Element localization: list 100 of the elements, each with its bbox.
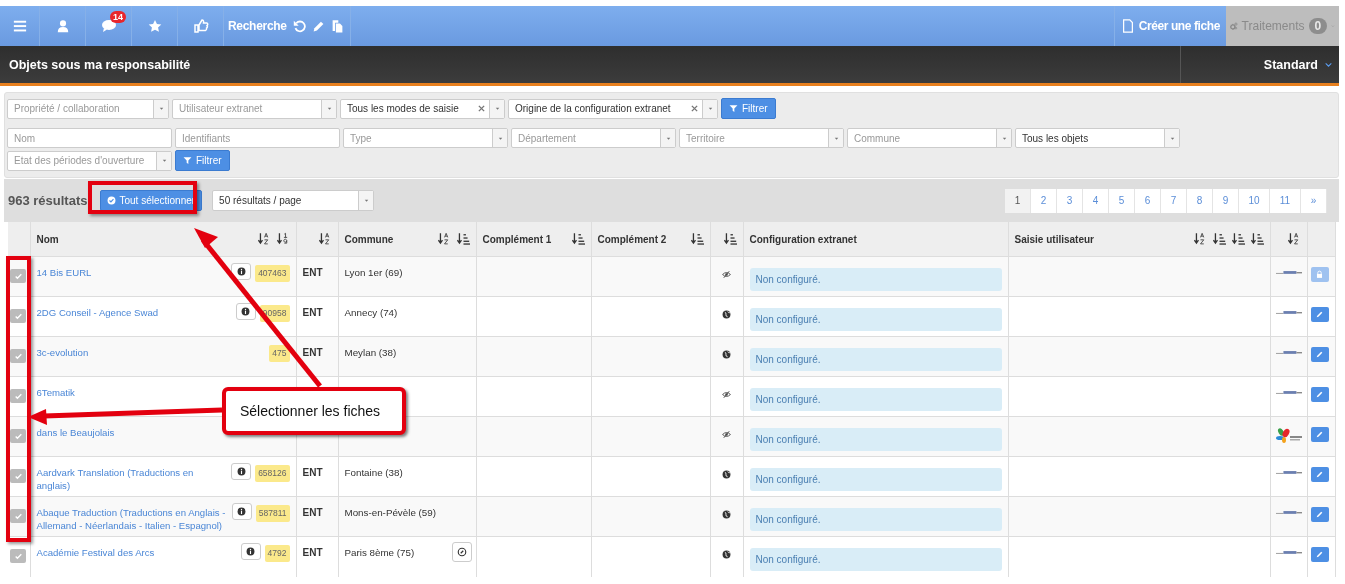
sort-icon [1250,232,1264,246]
eye-slash-icon [722,430,731,439]
column-header: Commune [344,233,395,245]
row-checkbox[interactable] [10,429,26,443]
filter-icon [183,156,192,165]
clear-icon[interactable] [478,105,485,112]
caret-icon [1324,60,1333,69]
info-button[interactable] [231,463,252,480]
status-label: Non configuré. [749,428,1002,451]
dropdown[interactable]: Tous les objets [1015,128,1180,148]
status-label: Non configuré. [749,468,1002,491]
count-badge: 0 [1308,18,1328,34]
record-link[interactable]: 14 Bis EURL [36,266,92,279]
page-size-dropdown[interactable]: 50 résultats / page [212,190,375,211]
check-icon [13,471,23,481]
check-icon [13,351,23,361]
record-link[interactable]: Aardvark Translation (Traductions en anglais) [36,466,228,492]
copy-icon [330,19,344,33]
sort-icon [571,232,585,246]
row-checkbox[interactable] [10,389,26,403]
notification-badge: 14 [110,11,126,23]
globe-icon [722,550,731,559]
commune-text: Annecy (74) [344,306,398,319]
globe-icon [722,510,731,519]
record-link[interactable]: Abaque Traduction (Traductions en Anglais - Allemand - Néerlandais - Italien - Espagnol) [36,506,228,532]
info-icon [236,467,246,476]
pencil-icon [1315,390,1324,399]
record-link[interactable]: Académie Festival des Arcs [36,546,155,559]
dropdown[interactable]: Etat des périodes d'ouverture [7,150,172,171]
caret-icon [160,157,168,164]
row-checkbox[interactable] [10,549,26,563]
info-icon [246,547,256,556]
caret-icon [706,105,714,112]
caret-icon [157,105,165,112]
column-header: Nom [36,233,60,245]
status-label: Non configuré. [749,268,1002,291]
row-checkbox[interactable] [10,509,26,523]
target-icon [456,547,467,557]
text-field[interactable]: Identifiants [175,128,340,148]
commune-text: Paris 8ème (75) [344,546,415,559]
edit-button[interactable] [1310,507,1329,522]
dropdown[interactable]: Territoire [679,128,844,148]
dropdown[interactable]: Tous les modes de saisie [340,98,505,119]
dropdown[interactable]: Utilisateur extranet [172,98,337,119]
type-label: ENT [302,547,323,558]
pencil-icon [1315,470,1324,479]
caret-icon [325,105,333,112]
info-icon [236,267,246,276]
info-button[interactable] [240,543,261,560]
row-checkbox[interactable] [10,349,26,363]
search-label: Recherche [228,19,287,33]
lock-button[interactable] [1310,267,1329,282]
record-link[interactable]: dans le Beaujolais [36,426,115,439]
edit-button[interactable] [1310,427,1329,442]
info-button[interactable] [231,503,252,520]
info-button[interactable] [235,303,256,320]
check-icon [13,271,23,281]
info-icon [237,507,247,516]
filter-icon [729,104,738,113]
dropdown[interactable]: Type [343,128,508,148]
globe-icon [722,310,731,319]
globe-icon [722,470,731,479]
type-label: ENT [302,307,323,318]
sort-icon [690,232,704,246]
record-link[interactable]: 2DG Conseil - Agence Swad [36,306,159,319]
status-label: Non configuré. [749,508,1002,531]
check-icon [13,511,23,521]
view-selector[interactable]: Standard [1263,57,1318,72]
locate-button[interactable] [451,542,472,562]
filter-button[interactable]: Filtrer [175,150,230,171]
clear-icon[interactable] [691,105,698,112]
dropdown[interactable]: Propriété / collaboration [7,98,169,119]
column-header: Complément 1 [482,233,553,245]
edit-button[interactable] [1310,347,1329,362]
column-header: Saisie utilisateur [1014,233,1095,245]
dropdown[interactable]: Origine de la configuration extranet [508,98,718,119]
check-icon [13,311,23,321]
row-checkbox[interactable] [10,469,26,483]
dropdown[interactable]: Département [511,128,676,148]
row-checkbox[interactable] [10,269,26,283]
text-field[interactable]: Nom [7,128,172,148]
commune-text: Meylan (38) [344,346,397,359]
row-checkbox[interactable] [10,309,26,323]
globe-icon [722,350,731,359]
type-label: ENT [302,347,323,358]
record-link[interactable]: 6Tematik [36,386,75,399]
user-icon [55,19,70,33]
edit-button[interactable] [1310,547,1329,562]
edit-button[interactable] [1310,467,1329,482]
type-label: ENT [302,267,323,278]
edit-button[interactable] [1310,307,1329,322]
filter-button[interactable]: Filtrer [721,98,776,119]
record-link[interactable]: 3c-evolution [36,346,89,359]
check-circle-icon [106,196,116,205]
dropdown[interactable]: Commune [847,128,1012,148]
page-link[interactable]: 1 [1005,188,1031,213]
caret-icon [493,105,501,112]
callout: Sélectionner les fiches [222,387,406,435]
eye-slash-icon [722,270,731,279]
edit-button[interactable] [1310,387,1329,402]
